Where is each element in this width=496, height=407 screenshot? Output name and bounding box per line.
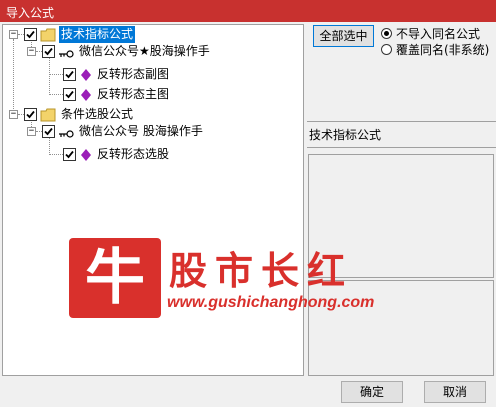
radio-label: 不导入同名公式 (396, 27, 481, 41)
key-icon (58, 47, 74, 58)
radio-label: 覆盖同名(非系统) (396, 43, 490, 57)
collapse-icon[interactable]: − (9, 110, 18, 119)
watermark-logo: 牛 股市长红 www.gushichanghong.com (69, 238, 381, 318)
tree-checkbox[interactable] (63, 88, 76, 101)
formula-gem-icon (81, 149, 91, 161)
watermark-badge-char: 牛 (85, 243, 145, 313)
key-icon (58, 127, 74, 138)
tree-node-label: 反转形态主图 (97, 87, 170, 101)
separator (307, 147, 496, 148)
collapse-icon[interactable]: − (9, 30, 18, 39)
tree-node-screener-formulas[interactable]: − 条件选股公式 (3, 106, 303, 123)
tree-node-label: 微信公众号★股海操作手 (79, 44, 210, 58)
collapse-icon[interactable]: − (27, 47, 36, 56)
separator (307, 121, 496, 122)
tree-checkbox[interactable] (63, 68, 76, 81)
tree-checkbox[interactable] (42, 125, 55, 138)
tree-checkbox[interactable] (24, 28, 37, 41)
tree-node-tech-formulas[interactable]: − 技术指标公式 (3, 26, 303, 43)
formula-type-label: 技术指标公式 (309, 128, 382, 142)
tree-leaf-formula[interactable]: 反转形态副图 (3, 66, 303, 83)
collapse-icon[interactable]: − (27, 127, 36, 136)
folder-icon (40, 28, 56, 42)
ok-button[interactable]: 确定 (341, 381, 403, 403)
tree-checkbox[interactable] (24, 108, 37, 121)
tree-node-label: 反转形态选股 (97, 147, 170, 161)
tree-checkbox[interactable] (42, 45, 55, 58)
tree-node-author-2[interactable]: − 微信公众号 股海操作手 (3, 123, 303, 140)
cancel-button[interactable]: 取消 (424, 381, 486, 403)
radio-skip-duplicates[interactable]: 不导入同名公式 (381, 26, 493, 42)
watermark-brand: 股市长红 (169, 248, 354, 293)
select-all-button[interactable]: 全部选中 (313, 25, 374, 47)
formula-gem-icon (81, 89, 91, 101)
formula-tree[interactable]: − 技术指标公式 − 微信公众号★股海操作手 反转形态副图 反转形态主图 − 条… (2, 24, 304, 376)
window-title: 导入公式 (6, 6, 55, 20)
radio-button[interactable] (381, 28, 392, 39)
tree-checkbox[interactable] (63, 148, 76, 161)
tree-leaf-formula[interactable]: 反转形态选股 (3, 146, 303, 163)
tree-node-label: 条件选股公式 (61, 107, 134, 121)
tree-node-label: 微信公众号 股海操作手 (79, 124, 203, 138)
radio-overwrite-duplicates[interactable]: 覆盖同名(非系统) (381, 42, 493, 58)
folder-icon (40, 108, 56, 122)
watermark-url: www.gushichanghong.com (167, 294, 375, 311)
tree-node-author-1[interactable]: − 微信公众号★股海操作手 (3, 43, 303, 60)
tree-node-label: 反转形态副图 (97, 67, 170, 81)
title-bar[interactable]: 导入公式 (0, 0, 496, 22)
watermark-badge: 牛 (69, 238, 161, 318)
radio-button[interactable] (381, 44, 392, 55)
tree-leaf-formula[interactable]: 反转形态主图 (3, 86, 303, 103)
formula-gem-icon (81, 69, 91, 81)
tree-node-label: 技术指标公式 (59, 26, 136, 43)
